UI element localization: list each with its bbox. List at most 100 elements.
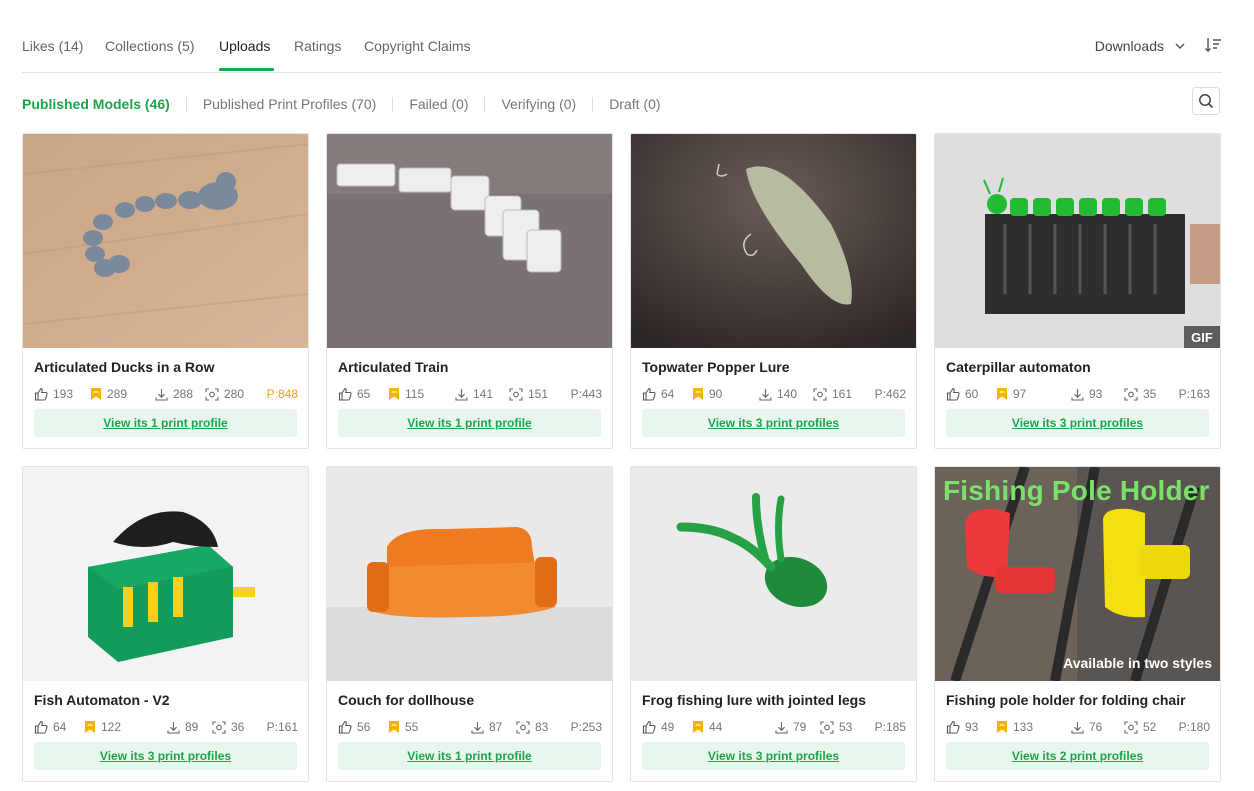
tab-copyright-claims[interactable]: Copyright Claims — [364, 38, 471, 54]
downloads-stat: 93 — [1071, 387, 1102, 401]
model-title[interactable]: Topwater Popper Lure — [642, 359, 790, 375]
prints-stat: 36 — [212, 720, 244, 734]
likes-count: 49 — [661, 720, 675, 734]
bookmark-icon — [693, 388, 703, 400]
tab-collections[interactable]: Collections (5) — [105, 38, 194, 54]
print-icon — [509, 387, 523, 401]
model-thumbnail[interactable] — [327, 134, 612, 348]
prints-stat: 35 — [1124, 387, 1156, 401]
print-icon — [813, 387, 827, 401]
likes-stat: 93 — [946, 720, 978, 734]
prints-count: 161 — [832, 387, 853, 401]
collects-stat: 44 — [692, 720, 722, 734]
print-icon — [1124, 720, 1138, 734]
collects-count: 44 — [709, 720, 723, 734]
bookmark-icon — [389, 388, 399, 400]
download-icon — [775, 721, 788, 734]
model-title[interactable]: Articulated Train — [338, 359, 448, 375]
model-card[interactable]: Fishing Pole Holder Available in two sty… — [934, 466, 1221, 782]
prints-count: 83 — [535, 720, 549, 734]
prints-stat: 161 — [813, 387, 852, 401]
search-button[interactable] — [1192, 87, 1220, 115]
tab-uploads[interactable]: Uploads — [219, 38, 270, 54]
tab-ratings[interactable]: Ratings — [294, 38, 341, 54]
model-title[interactable]: Fishing pole holder for folding chair — [946, 692, 1186, 708]
view-print-profiles-link[interactable]: View its 2 print profiles — [946, 742, 1209, 770]
model-thumbnail[interactable] — [631, 134, 916, 348]
view-print-profiles-link[interactable]: View its 1 print profile — [34, 409, 297, 437]
downloads-stat: 140 — [759, 387, 797, 401]
view-print-profiles-link[interactable]: View its 3 print profiles — [642, 742, 905, 770]
likes-count: 64 — [53, 720, 67, 734]
bookmark-icon — [91, 388, 101, 400]
thumbnail-overlay-title: Fishing Pole Holder — [943, 475, 1210, 506]
model-stats: 193 289 288 280 P:848 — [34, 387, 298, 403]
downloads-stat: 288 — [155, 387, 193, 401]
model-title[interactable]: Fish Automaton - V2 — [34, 692, 170, 708]
model-thumbnail[interactable] — [23, 467, 308, 681]
model-title[interactable]: Caterpillar automaton — [946, 359, 1091, 375]
download-icon — [167, 721, 180, 734]
prints-count: 151 — [528, 387, 549, 401]
thumbs-up-icon — [642, 387, 656, 401]
model-card[interactable]: Topwater Popper Lure 64 90 140 161 P:462… — [630, 133, 917, 449]
model-thumbnail[interactable] — [327, 467, 612, 681]
print-icon — [205, 387, 219, 401]
likes-stat: 64 — [34, 720, 66, 734]
subtab-failed[interactable]: Failed (0) — [409, 96, 468, 112]
view-print-profiles-link[interactable]: View its 3 print profiles — [946, 409, 1209, 437]
popularity-score: P:848 — [266, 387, 298, 401]
view-print-profiles-link[interactable]: View its 3 print profiles — [642, 409, 905, 437]
print-icon — [1124, 387, 1138, 401]
download-icon — [455, 388, 468, 401]
sort-descending-icon[interactable] — [1204, 36, 1222, 54]
tab-likes[interactable]: Likes (14) — [22, 38, 83, 54]
model-thumbnail[interactable]: GIF — [935, 134, 1220, 348]
prints-stat: 280 — [205, 387, 244, 401]
model-card[interactable]: GIF Caterpillar automaton 60 97 93 35 P:… — [934, 133, 1221, 449]
thumbs-up-icon — [34, 720, 48, 734]
subtab-verifying[interactable]: Verifying (0) — [501, 96, 576, 112]
model-title[interactable]: Couch for dollhouse — [338, 692, 474, 708]
downloads-count: 76 — [1089, 720, 1103, 734]
divider — [484, 96, 486, 112]
model-card[interactable]: Fish Automaton - V2 64 122 89 36 P:161 V… — [22, 466, 309, 782]
model-card[interactable]: Frog fishing lure with jointed legs 49 4… — [630, 466, 917, 782]
collects-stat: 55 — [388, 720, 418, 734]
sort-dropdown[interactable]: Downloads — [1095, 38, 1186, 54]
subtab-published-print-profiles[interactable]: Published Print Profiles (70) — [203, 96, 377, 112]
collects-stat: 115 — [388, 387, 424, 401]
subtab-draft[interactable]: Draft (0) — [609, 96, 660, 112]
model-title[interactable]: Frog fishing lure with jointed legs — [642, 692, 866, 708]
model-stats: 64 90 140 161 P:462 — [642, 387, 906, 403]
downloads-count: 140 — [777, 387, 798, 401]
upload-status-filter: Published Models (46) Published Print Pr… — [22, 94, 661, 114]
print-icon — [516, 720, 530, 734]
print-icon — [212, 720, 226, 734]
likes-stat: 193 — [34, 387, 73, 401]
model-card[interactable]: Couch for dollhouse 56 55 87 83 P:253 Vi… — [326, 466, 613, 782]
popularity-score: P:163 — [1178, 387, 1210, 401]
model-thumbnail[interactable] — [631, 467, 916, 681]
view-print-profiles-link[interactable]: View its 1 print profile — [338, 742, 601, 770]
model-card[interactable]: Articulated Ducks in a Row 193 289 288 2… — [22, 133, 309, 449]
likes-stat: 65 — [338, 387, 370, 401]
downloads-stat: 89 — [167, 720, 198, 734]
model-thumbnail[interactable]: Fishing Pole Holder Available in two sty… — [935, 467, 1220, 681]
model-card[interactable]: Articulated Train 65 115 141 151 P:443 V… — [326, 133, 613, 449]
collects-stat: 289 — [90, 387, 127, 401]
subtab-published-models[interactable]: Published Models (46) — [22, 96, 170, 112]
view-print-profiles-link[interactable]: View its 3 print profiles — [34, 742, 297, 770]
prints-stat: 53 — [820, 720, 852, 734]
search-icon — [1199, 94, 1214, 109]
view-print-profiles-link[interactable]: View its 1 print profile — [338, 409, 601, 437]
likes-count: 65 — [357, 387, 371, 401]
model-stats: 93 133 76 52 P:180 — [946, 720, 1210, 736]
downloads-count: 87 — [489, 720, 503, 734]
collects-count: 55 — [405, 720, 419, 734]
model-title[interactable]: Articulated Ducks in a Row — [34, 359, 214, 375]
bookmark-icon — [997, 721, 1007, 733]
model-thumbnail[interactable] — [23, 134, 308, 348]
collects-stat: 133 — [996, 720, 1033, 734]
model-stats: 65 115 141 151 P:443 — [338, 387, 602, 403]
